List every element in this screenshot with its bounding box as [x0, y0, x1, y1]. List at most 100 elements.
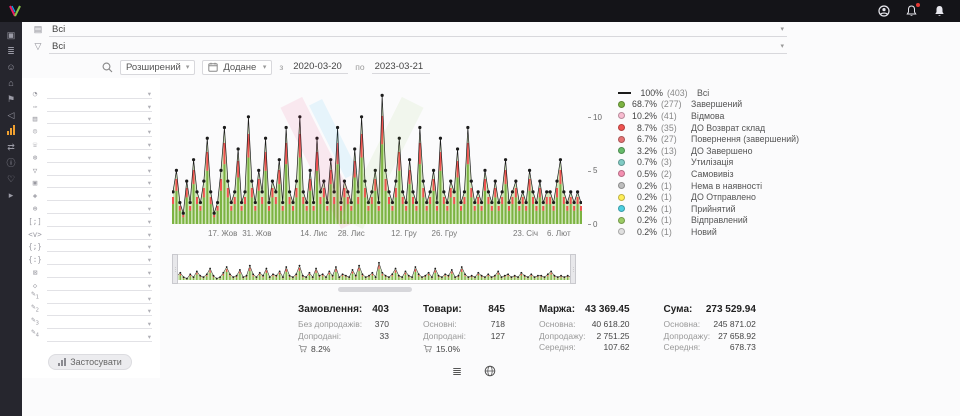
filter-geo-select[interactable]: ▾ — [47, 152, 152, 163]
status-filter-value: Всі — [52, 24, 65, 35]
custom-field-2-select[interactable]: ▾ — [47, 305, 152, 316]
filter-checkbox-select[interactable]: ▾ — [47, 267, 152, 278]
date-from-input[interactable]: 2020-03-20 — [290, 61, 348, 74]
stat-header: Сума:273 529.94 — [664, 304, 756, 315]
custom-field-4-select[interactable]: ▾ — [47, 331, 152, 342]
customers-icon[interactable]: ☺ — [3, 61, 19, 73]
app-logo[interactable] — [8, 4, 22, 18]
legend-label: Відмова — [691, 111, 724, 121]
filter-product-select[interactable]: ▾ — [47, 190, 152, 201]
filter-utm-1-select[interactable]: ▾ — [47, 216, 152, 227]
legend-label: Повернення (завершений) — [691, 134, 799, 144]
filter-warehouse-select[interactable]: ▾ — [47, 177, 152, 188]
legend-item[interactable]: 8.7%(35)ДО Возврат склад — [618, 122, 803, 134]
filter-source-select[interactable]: ▾ — [47, 88, 152, 99]
stat-subrow-value: 678.73 — [730, 342, 756, 352]
chevron-down-icon: ▾ — [186, 63, 190, 71]
upsell-percent-value: 8.2% — [311, 344, 330, 354]
legend-percent: 0.5% — [629, 169, 657, 179]
stat-value: 403 — [372, 304, 389, 315]
filter-operator-select[interactable]: ▾ — [47, 126, 152, 137]
filter-utm-4-select[interactable]: ▾ — [47, 254, 152, 265]
legend-count: (3) — [661, 157, 687, 167]
legend-item[interactable]: 0.2%(1)Нема в наявності — [618, 180, 803, 192]
chevron-down-icon: ▾ — [148, 295, 151, 303]
legend-item[interactable]: 0.2%(1)Новий — [618, 226, 803, 238]
source-filter-select[interactable]: Всі ▾ — [49, 39, 787, 54]
analytics-main: 17. Жов31. Жов14. Лис28. Лис12. Гру26. Г… — [160, 78, 960, 378]
stat-title: Сума: — [664, 304, 693, 315]
legend-item[interactable]: 0.7%(3)Утилізація — [618, 157, 803, 169]
legend-item[interactable]: 0.5%(2)Самовивіз — [618, 168, 803, 180]
apply-button[interactable]: Застосувати — [48, 354, 132, 370]
legend-item[interactable]: 10.2%(41)Відмова — [618, 110, 803, 122]
filter-manager-select[interactable]: ▾ — [47, 101, 152, 112]
notifications-bell-icon[interactable] — [905, 5, 918, 18]
stat-subrow: Середня:107.62 — [539, 342, 630, 352]
legend-count: (27) — [661, 134, 687, 144]
source-filter-icon: ▽ — [32, 41, 44, 52]
legend-percent: 0.2% — [629, 204, 657, 214]
legend-item[interactable]: 6.7%(27)Повернення (завершений) — [618, 133, 803, 145]
display-icon[interactable]: ▣ — [3, 29, 19, 41]
announce-icon[interactable]: ◁ — [3, 109, 19, 121]
integrations-icon[interactable]: ⇄ — [3, 141, 19, 153]
date-field-select[interactable]: Додане ▾ — [202, 60, 272, 75]
chevron-down-icon: ▾ — [780, 25, 784, 33]
date-to-input[interactable]: 2023-03-21 — [372, 61, 430, 74]
chart-range-selector[interactable]: ⋮ ⋮ — [172, 254, 576, 284]
filter-row: {;} ▾ — [28, 240, 152, 253]
filter-funnel-select[interactable]: ▾ — [47, 165, 152, 176]
topbar — [0, 0, 960, 22]
cart-icon — [298, 344, 307, 353]
home-icon[interactable]: ⌂ — [3, 77, 19, 89]
info-icon[interactable]: ⓘ — [3, 157, 19, 169]
filter-utm-3-select[interactable]: ▾ — [47, 241, 152, 252]
stat-column: Замовлення:403Без допродажів:370Допродан… — [298, 304, 389, 354]
filter-phone-select[interactable]: ▾ — [47, 139, 152, 150]
partners-icon[interactable]: ♡ — [3, 173, 19, 185]
flags-icon[interactable]: ⚑ — [3, 93, 19, 105]
orders-chart[interactable]: 17. Жов31. Жов14. Лис28. Лис12. Гру26. Г… — [172, 84, 584, 240]
main-chart-svg[interactable] — [172, 84, 582, 226]
search-mode-select[interactable]: Розширений ▾ — [120, 60, 195, 75]
legend-item[interactable]: 0.2%(1)Прийнятий — [618, 203, 803, 215]
filter-row: ✎1▾ — [28, 291, 152, 304]
custom-field-1-select[interactable]: ▾ — [47, 293, 152, 304]
legend-item[interactable]: 3.2%(13)ДО Завершено — [618, 145, 803, 157]
filter-utm-2-select[interactable]: ▾ — [47, 229, 152, 240]
filter-document-select[interactable]: ▾ — [47, 113, 152, 124]
custom-field-3-select[interactable]: ▾ — [47, 318, 152, 329]
analytics-icon[interactable] — [3, 125, 19, 137]
chevron-down-icon: ▾ — [148, 141, 151, 149]
upsell-percent: 8.2% — [298, 344, 389, 354]
legend-dot-marker — [618, 159, 625, 166]
range-handle-right[interactable]: ⋮ — [570, 254, 576, 284]
stat-title: Замовлення: — [298, 304, 362, 315]
orders-list-icon[interactable]: ≣ — [3, 45, 19, 57]
status-filter-select[interactable]: Всі ▾ — [49, 22, 787, 37]
search-icon[interactable] — [102, 62, 113, 73]
range-handle-left[interactable]: ⋮ — [172, 254, 178, 284]
list-view-icon[interactable]: ≣ — [452, 364, 462, 378]
filter-site-icon: ⊕ — [28, 203, 42, 214]
chevron-down-icon: ▾ — [780, 42, 784, 50]
range-scrollbar[interactable] — [338, 287, 412, 292]
video-icon[interactable]: ▸ — [3, 189, 19, 201]
chevron-down-icon: ▾ — [148, 179, 151, 187]
legend-item[interactable]: 0.2%(1)ДО Отправлено — [618, 191, 803, 203]
legend-count: (1) — [661, 192, 687, 202]
globe-icon[interactable] — [484, 365, 496, 377]
legend-item[interactable]: 0.2%(1)Відправлений — [618, 215, 803, 227]
legend-item[interactable]: 100%(403)Всі — [618, 87, 803, 99]
alerts-bell-icon[interactable] — [933, 5, 946, 18]
stat-subrow: Допродажу:2 751.25 — [539, 331, 630, 341]
profile-icon[interactable] — [877, 5, 890, 18]
legend-item[interactable]: 68.7%(277)Завершений — [618, 99, 803, 111]
filter-row: ◈▾ — [28, 188, 152, 201]
filter-utm-3-icon: {;} — [28, 241, 42, 252]
filter-site-select[interactable]: ▾ — [47, 203, 152, 214]
stat-title: Товари: — [423, 304, 462, 315]
filter-row: ✎4▾ — [28, 329, 152, 342]
filter-extra-select[interactable]: ▾ — [47, 280, 152, 291]
